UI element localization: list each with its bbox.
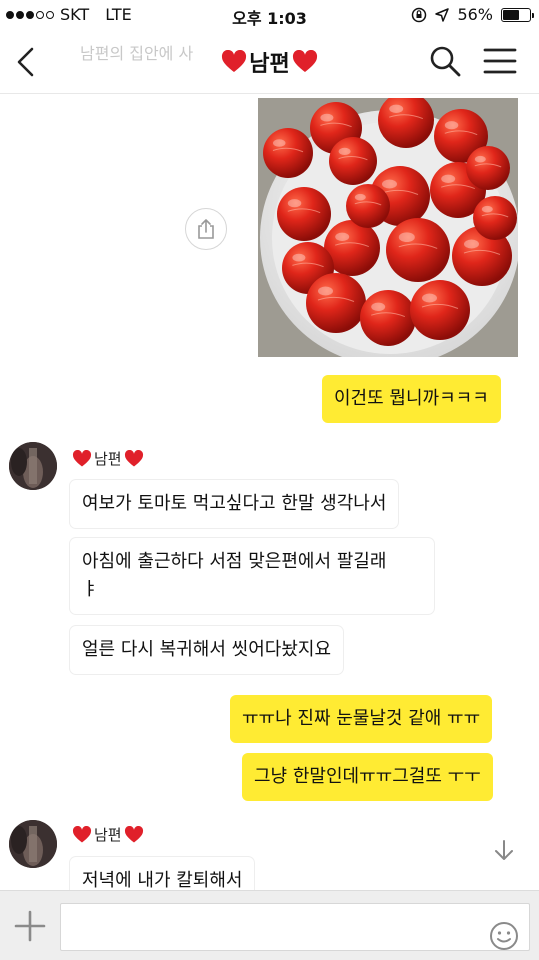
battery-percent: 56% [457,5,493,24]
message-text: 얼른 다시 복귀해서 씻어다놨지요 [82,639,332,660]
my-message-bubble[interactable]: 그냥 한말인데ㅠㅠ그걸또 ㅜㅜ [242,753,493,801]
status-right: 56% [411,5,534,24]
tomato-bowl-image [258,98,518,357]
heart-icon [72,449,92,466]
message-text: ㅠㅠ나 진짜 눈물날것 같애 ㅠㅠ [242,708,481,729]
search-icon[interactable] [428,44,462,78]
rotation-lock-icon [412,7,427,22]
arrow-down-icon [495,840,513,860]
status-bar: SKT LTE 오후 1:03 56% [0,0,539,30]
sender-name: 남편 [72,448,144,469]
their-message-bubble[interactable]: 얼른 다시 복귀해서 씻어다놨지요 [70,626,344,674]
tomato [473,196,517,240]
emoji-icon[interactable] [489,921,519,951]
message-input[interactable]: # [60,903,530,951]
message-text: 여보가 토마토 먹고싶다고 한말 생각나서 [82,493,387,514]
my-message-bubble[interactable]: ㅠㅠ나 진짜 눈물날것 같애 ㅠㅠ [230,695,493,743]
tomato [466,146,510,190]
message-text: 이건또 뭡니까ㅋㅋㅋ [334,388,489,409]
location-icon [435,7,450,22]
tomato [410,280,470,340]
tomato [360,290,416,346]
share-icon [198,219,214,239]
their-message-bubble[interactable]: 저녁에 내가 칼퇴해서 [70,857,255,890]
their-message-bubble[interactable]: 여보가 토마토 먹고싶다고 한말 생각나서 [70,480,399,528]
message-text: 그냥 한말인데ㅠㅠ그걸또 ㅜㅜ [254,766,481,787]
plus-icon[interactable] [12,908,48,944]
input-bar: # [0,890,539,960]
sender-name-label: 남편 [94,450,122,468]
tomato [306,273,366,333]
tomato-photo[interactable] [258,98,518,357]
chat-title-label: 남편 [249,52,290,77]
chat-area[interactable]: 이건또 뭡니까ㅋㅋㅋ 남편 여보가 토마토 먹고싶다고 한말 생각나서 아침에 … [0,95,539,890]
message-text: 저녁에 내가 칼퇴해서 [82,870,243,890]
share-button[interactable] [185,208,227,250]
heart-icon [222,50,247,72]
message-text: 아침에 출근하다 서점 맞은편에서 팔길래 [82,551,387,572]
tomato [277,187,331,241]
tomato [346,184,390,228]
battery-icon [501,7,534,22]
menu-icon[interactable] [482,44,518,78]
avatar[interactable] [9,442,57,490]
tomato [329,137,377,185]
their-message-bubble[interactable]: 아침에 출근하다 서점 맞은편에서 팔길래 ㅑ [70,538,434,614]
scroll-to-bottom-button[interactable] [479,825,529,875]
chat-header: 남편의 집안에 사 남편 [0,30,539,94]
my-message-bubble[interactable]: 이건또 뭡니까ㅋㅋㅋ [322,375,501,423]
sender-name-label: 남편 [94,826,122,844]
heart-icon [72,825,92,842]
heart-icon [124,449,143,466]
avatar[interactable] [9,820,57,868]
heart-icon [292,50,317,72]
tomato [263,128,313,178]
tomato [386,218,450,282]
sender-name: 남편 [72,824,144,845]
message-text: ㅑ [82,579,99,600]
heart-icon [124,825,143,842]
